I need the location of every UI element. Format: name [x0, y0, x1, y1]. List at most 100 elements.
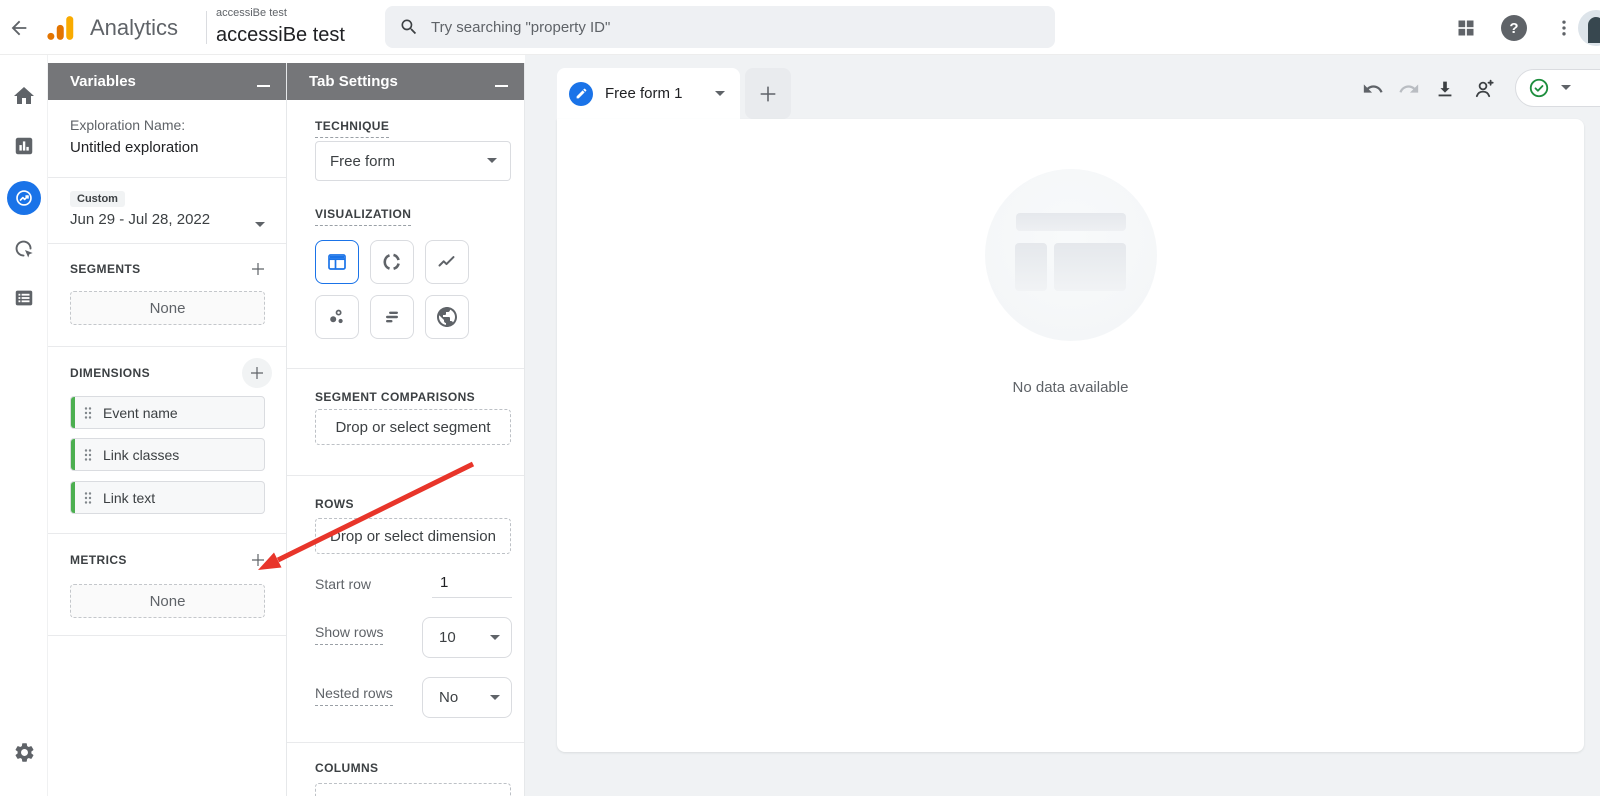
dimension-chip[interactable]: Link classes [70, 438, 265, 471]
analytics-logo [44, 13, 78, 43]
share-users-icon[interactable] [1472, 76, 1498, 102]
nested-rows-value: No [439, 689, 458, 706]
metrics-add-button[interactable] [244, 546, 272, 574]
divider [287, 368, 524, 369]
segment-comparisons-label: SEGMENT COMPARISONS [315, 390, 475, 404]
segments-empty-drop-zone[interactable]: None [70, 291, 265, 325]
back-arrow-icon[interactable] [4, 13, 34, 43]
sidebar-item-home[interactable] [0, 78, 48, 114]
chevron-down-icon[interactable] [254, 216, 266, 234]
sidebar-item-library[interactable] [0, 280, 48, 316]
drag-handle-icon [83, 491, 93, 505]
drag-handle-icon [83, 448, 93, 462]
viz-option-table[interactable] [315, 240, 359, 284]
variables-panel: Variables Exploration Name: Untitled exp… [48, 63, 287, 796]
metrics-label: METRICS [70, 553, 127, 567]
start-row-input[interactable] [432, 568, 512, 598]
search-icon [399, 17, 419, 37]
start-row-label: Start row [315, 576, 371, 592]
viz-option-line-chart[interactable] [425, 240, 469, 284]
check-circle-icon [1528, 77, 1550, 99]
divider [48, 346, 286, 347]
download-icon[interactable] [1432, 76, 1458, 102]
sidebar-item-admin[interactable] [0, 734, 48, 770]
help-icon[interactable]: ? [1500, 14, 1528, 42]
columns-label: COLUMNS [315, 761, 378, 775]
tab-settings-panel: Tab Settings TECHNIQUE Free form VISUALI… [287, 63, 525, 796]
viz-option-geo-map[interactable] [425, 295, 469, 339]
donut-chart-icon [380, 250, 404, 274]
exploration-canvas: Free form 1 [525, 55, 1600, 796]
empty-state: No data available [557, 169, 1584, 396]
freeform-sheet: No data available [557, 119, 1584, 752]
dimension-chip[interactable]: Event name [70, 396, 265, 429]
sidebar-item-explore[interactable] [0, 180, 48, 216]
add-tab-button[interactable] [745, 68, 791, 119]
no-data-illustration [985, 169, 1157, 341]
search-input[interactable] [431, 19, 1041, 36]
technique-label: TECHNIQUE [315, 119, 389, 138]
segments-empty-label: None [150, 300, 186, 317]
viz-option-bar-chart[interactable] [370, 295, 414, 339]
chevron-down-icon [489, 629, 501, 647]
edit-pencil-icon [569, 82, 593, 106]
show-rows-label: Show rows [315, 624, 383, 645]
metrics-empty-drop-zone[interactable]: None [70, 584, 265, 618]
drag-handle-icon [83, 406, 93, 420]
account-name: accessiBe test [216, 7, 287, 19]
minimize-icon[interactable] [495, 85, 508, 87]
explore-icon [7, 181, 41, 215]
dimensions-add-button[interactable] [242, 358, 272, 388]
grid-apps-icon[interactable] [1452, 14, 1480, 42]
tab-settings-title: Tab Settings [309, 63, 398, 100]
show-rows-select[interactable]: 10 [422, 617, 512, 658]
segment-drop-zone[interactable]: Drop or select segment [315, 409, 511, 445]
exploration-name-value[interactable]: Untitled exploration [70, 139, 198, 156]
rows-drop-zone[interactable]: Drop or select dimension [315, 518, 511, 554]
dimension-chip[interactable]: Link text [70, 481, 265, 514]
dimension-chip-label: Link classes [103, 447, 179, 463]
search-bar[interactable] [385, 6, 1055, 48]
metrics-empty-label: None [150, 593, 186, 610]
product-name: Analytics [90, 0, 178, 55]
redo-icon[interactable] [1396, 76, 1422, 102]
divider [48, 177, 286, 178]
divider [48, 635, 286, 636]
rows-label: ROWS [315, 497, 354, 511]
variables-title: Variables [70, 63, 136, 100]
viz-option-scatter-chart[interactable] [315, 295, 359, 339]
status-menu[interactable] [1515, 69, 1600, 107]
header-divider [206, 11, 207, 44]
rows-drop-placeholder: Drop or select dimension [330, 528, 496, 545]
nav-rail [0, 55, 48, 796]
viz-option-donut-chart[interactable] [370, 240, 414, 284]
date-range-selector[interactable]: Jun 29 - Jul 28, 2022 [70, 211, 210, 228]
help-glyph: ? [1509, 20, 1518, 37]
divider [48, 243, 286, 244]
user-avatar[interactable] [1578, 10, 1600, 46]
technique-value: Free form [330, 153, 395, 170]
divider [287, 742, 524, 743]
nested-rows-select[interactable]: No [422, 677, 512, 718]
minimize-icon[interactable] [257, 85, 270, 87]
chevron-down-icon[interactable] [714, 85, 726, 103]
undo-icon[interactable] [1360, 76, 1386, 102]
chevron-down-icon [1560, 79, 1572, 97]
bar-chart-icon [380, 305, 404, 329]
sidebar-item-advertising[interactable] [0, 231, 48, 267]
geo-map-icon [435, 305, 459, 329]
property-switcher[interactable]: accessiBe test [216, 24, 345, 47]
segments-label: SEGMENTS [70, 262, 141, 276]
library-icon [13, 287, 35, 309]
home-icon [12, 84, 36, 108]
more-vertical-icon[interactable] [1550, 14, 1578, 42]
advertising-icon [13, 238, 36, 261]
technique-select[interactable]: Free form [315, 141, 511, 181]
columns-drop-zone[interactable] [315, 783, 511, 796]
chevron-down-icon [486, 152, 498, 170]
chevron-down-icon [489, 689, 501, 707]
reports-icon [13, 135, 35, 157]
sidebar-item-reports[interactable] [0, 128, 48, 164]
segments-add-button[interactable] [244, 255, 272, 283]
tab-free-form-1[interactable]: Free form 1 [557, 68, 740, 119]
